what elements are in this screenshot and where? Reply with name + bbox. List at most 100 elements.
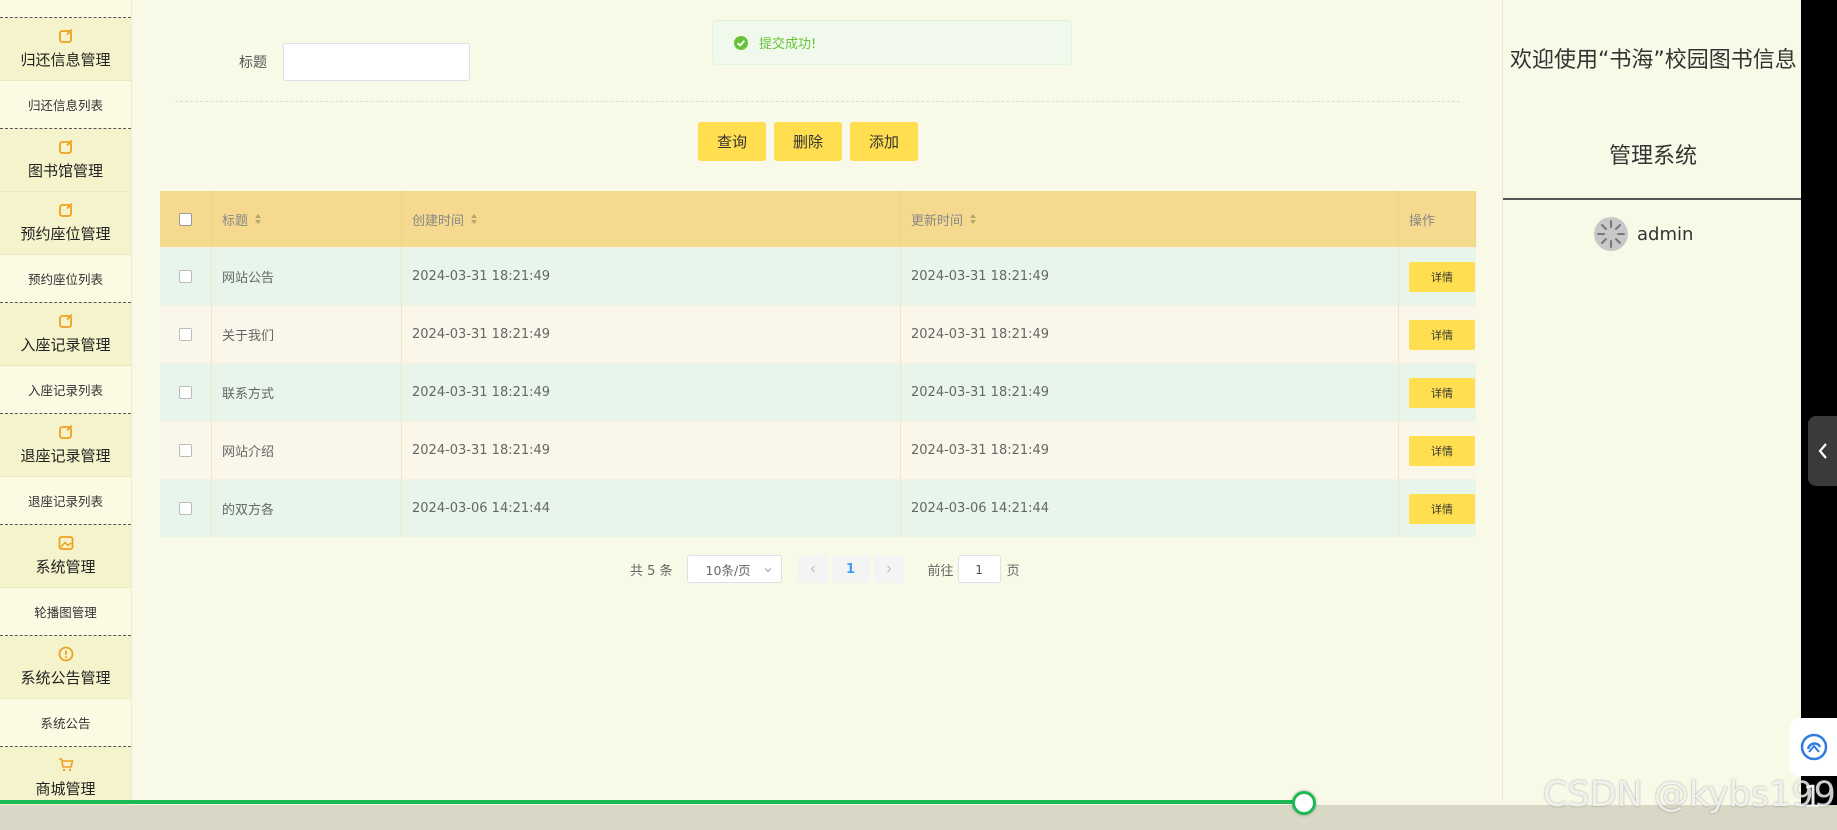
page-number-button[interactable]: 1 [831,555,870,583]
row-select-cell [160,480,212,537]
collapse-panel-button[interactable] [1808,416,1837,486]
cell-actions: 详情 [1399,248,1476,305]
sort-icon[interactable] [969,213,977,225]
detail-button[interactable]: 详情 [1409,261,1475,292]
sidebar-item[interactable]: 轮播图管理 [0,588,131,636]
add-button[interactable]: 添加 [850,122,919,161]
sidebar-top-divider [0,0,131,18]
cell-created: 2024-03-31 18:21:49 [402,306,901,363]
sidebar-item[interactable]: 退座记录列表 [0,477,131,525]
sidebar-group-label: 入座记录管理 [20,336,111,354]
cell-actions: 详情 [1399,422,1476,479]
data-table: 标题 创建时间 更新时间 操作 网站公告 2024-03-31 18:21:49 2… [160,191,1476,537]
row-checkbox[interactable] [179,502,192,515]
detail-button[interactable]: 详情 [1409,319,1475,350]
action-buttons: 查询 删除 添加 [698,122,919,161]
video-progress-handle[interactable] [1292,791,1316,815]
row-checkbox[interactable] [179,444,192,457]
main-content: 标题 提交成功! 查询 删除 添加 标题 创建时间 更新时间 操作 网站公告 2… [132,0,1502,800]
sidebar-group[interactable]: 预约座位管理 [0,192,131,255]
prev-page-button[interactable] [797,555,828,583]
detail-button[interactable]: 详情 [1409,377,1475,408]
row-checkbox[interactable] [179,386,192,399]
screen-edge [1801,0,1837,830]
sidebar-item[interactable]: 系统公告 [0,699,131,747]
welcome-title: 欢迎使用“书海”校园图书信息 [1510,48,1797,73]
cell-created: 2024-03-31 18:21:49 [402,248,901,305]
detail-button[interactable]: 详情 [1409,435,1475,466]
assistant-icon [1800,733,1827,761]
sidebar-item-label: 入座记录列表 [27,383,103,398]
cell-updated: 2024-03-31 18:21:49 [901,364,1399,421]
cell-updated: 2024-03-06 14:21:44 [901,480,1399,537]
goto-page-input[interactable] [957,555,1001,583]
check-circle-icon [734,35,748,50]
row-select-cell [160,248,212,305]
cell-created: 2024-03-31 18:21:49 [402,422,901,479]
sidebar-group-label: 商城管理 [35,780,96,798]
sidebar-group[interactable]: 退座记录管理 [0,414,131,477]
table-row: 的双方各 2024-03-06 14:21:44 2024-03-06 14:21:… [160,479,1476,537]
header-updated-label: 更新时间 [911,213,964,229]
floating-assistant-button[interactable] [1790,718,1837,776]
chevron-down-icon [764,568,771,573]
row-checkbox[interactable] [179,270,192,283]
sidebar-item[interactable]: 预约座位列表 [0,255,131,303]
chevron-right-icon [886,565,891,573]
header-updated[interactable]: 更新时间 [901,191,1399,247]
row-select-cell [160,306,212,363]
toast-message: 提交成功! [759,37,817,52]
avatar [1594,217,1628,251]
sidebar-group[interactable]: 入座记录管理 [0,303,131,366]
header-created-label: 创建时间 [412,213,465,229]
sidebar-group[interactable]: 系统管理 [0,525,131,588]
search-label: 标题 [239,55,267,71]
cell-created: 2024-03-31 18:21:49 [402,364,901,421]
table-row: 关于我们 2024-03-31 18:21:49 2024-03-31 18:21:… [160,305,1476,363]
cell-title: 的双方各 [212,480,402,537]
sort-icon[interactable] [254,213,262,225]
cell-title: 网站介绍 [212,422,402,479]
title-search-input[interactable] [283,43,470,81]
sidebar-group-label: 图书馆管理 [27,162,103,180]
cell-title: 网站公告 [212,248,402,305]
sidebar-group-label: 系统公告管理 [20,669,111,687]
table-row: 联系方式 2024-03-31 18:21:49 2024-03-31 18:21:… [160,363,1476,421]
pagination-total: 共 5 条 [630,563,673,579]
table-row: 网站公告 2024-03-31 18:21:49 2024-03-31 18:21:… [160,247,1476,305]
sidebar-group[interactable]: 系统公告管理 [0,636,131,699]
sidebar-item-label: 轮播图管理 [34,605,97,620]
search-row: 标题 [239,43,470,81]
header-created[interactable]: 创建时间 [402,191,901,247]
sidebar-group[interactable]: 归还信息管理 [0,18,131,81]
success-toast: 提交成功! [712,20,1072,65]
video-progress-bar[interactable] [0,800,1304,804]
sidebar-item-label: 归还信息列表 [27,98,103,113]
detail-button[interactable]: 详情 [1409,493,1475,524]
next-page-button[interactable] [873,555,904,583]
cell-updated: 2024-03-31 18:21:49 [901,306,1399,363]
header-title[interactable]: 标题 [212,191,402,247]
goto-label: 前往 [927,563,954,579]
sidebar-item-label: 系统公告 [40,716,91,731]
sidebar-group-label: 归还信息管理 [20,51,111,69]
edit-icon [58,139,73,154]
sidebar-item[interactable]: 归还信息列表 [0,81,131,129]
chevron-left-icon [810,565,815,573]
page-size-select[interactable]: 10条/页 [686,555,782,583]
page-size-value: 10条/页 [705,562,751,578]
row-checkbox[interactable] [179,328,192,341]
corner-digit: 1 [1803,780,1823,815]
delete-button[interactable]: 删除 [774,122,843,161]
query-button[interactable]: 查询 [698,122,767,161]
edit-icon [58,28,73,43]
edit-icon [58,202,73,217]
welcome-subtitle: 管理系统 [1608,144,1697,169]
user-info[interactable]: admin [1593,216,1693,252]
sidebar-group-label: 退座记录管理 [20,447,111,465]
sidebar-group[interactable]: 图书馆管理 [0,129,131,192]
sidebar-item[interactable]: 入座记录列表 [0,366,131,414]
goto-suffix: 页 [1006,563,1020,579]
sort-icon[interactable] [470,213,478,225]
select-all-checkbox[interactable] [179,212,192,226]
